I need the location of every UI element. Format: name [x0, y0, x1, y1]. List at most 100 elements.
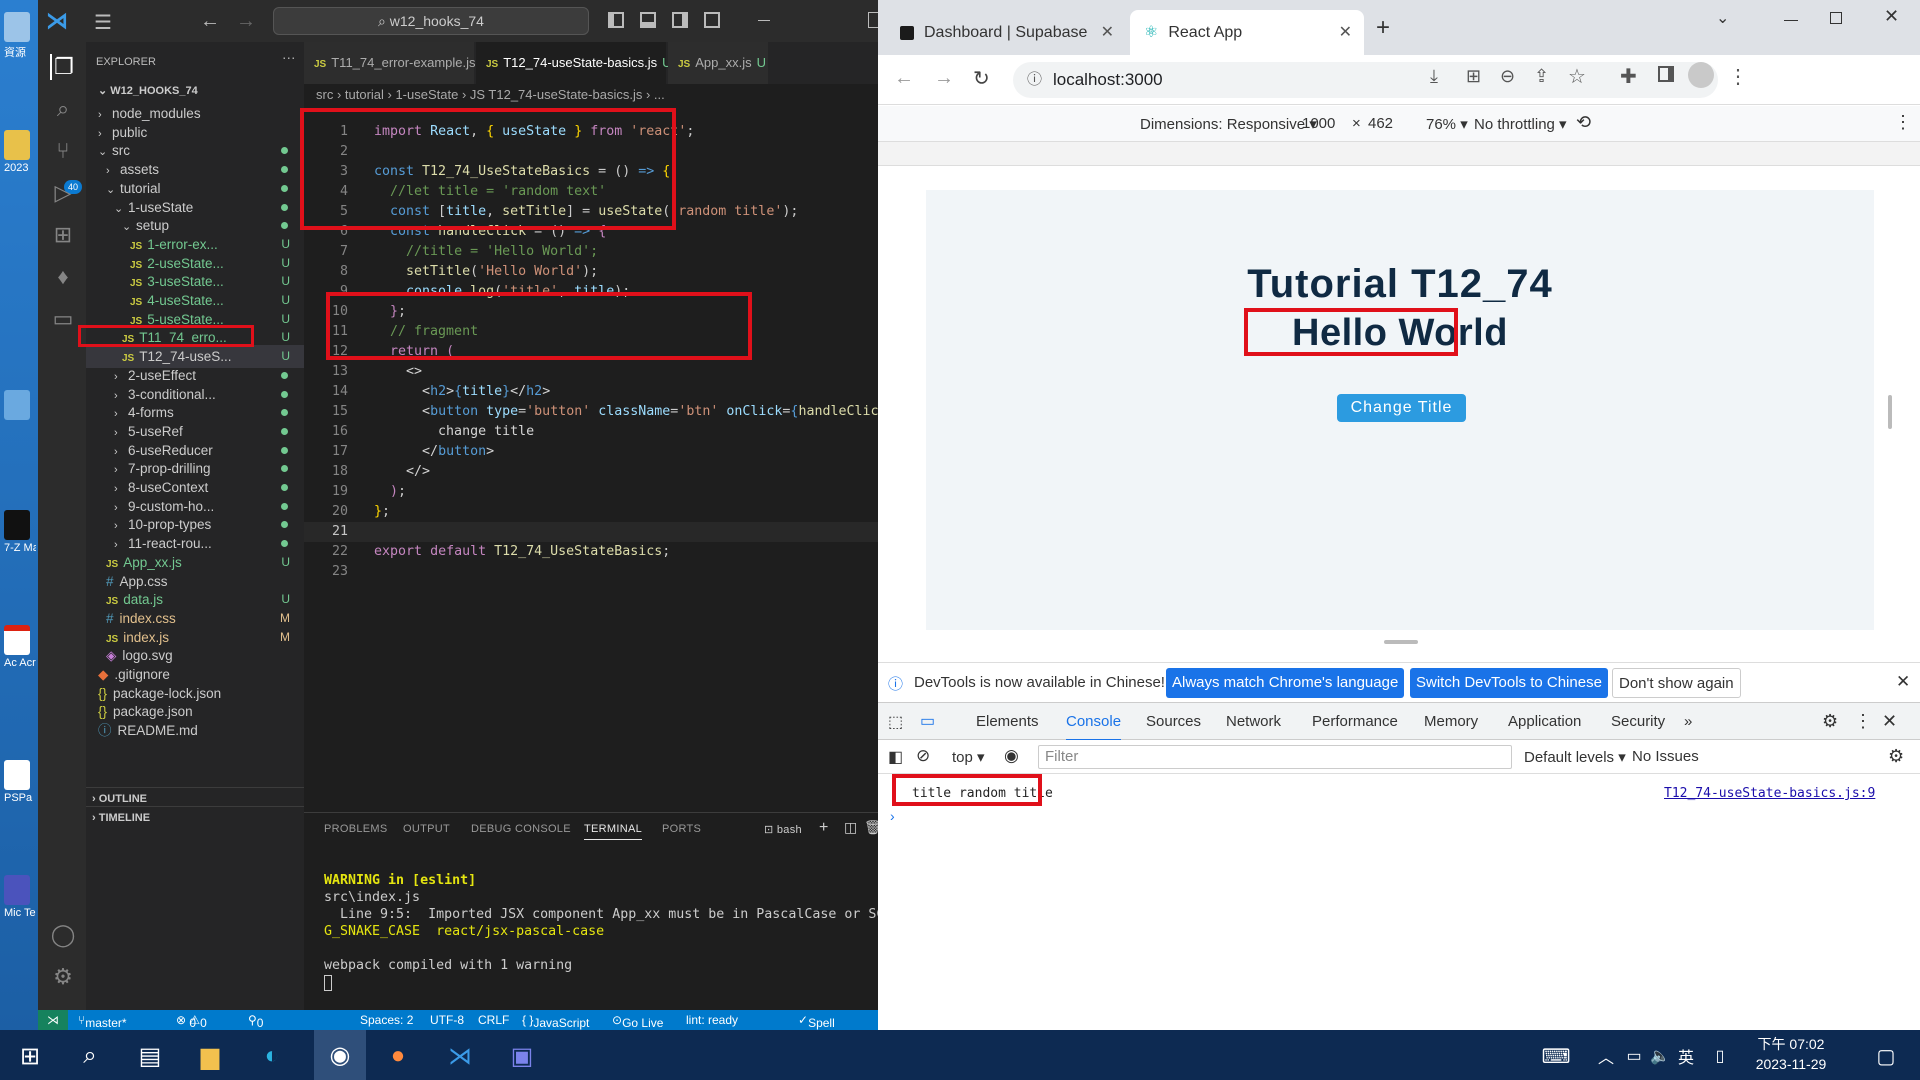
- desktop-icon-recycle[interactable]: 資源: [4, 12, 36, 60]
- file-explorer-icon[interactable]: ▆: [190, 1036, 230, 1076]
- menu-icon[interactable]: ☰: [94, 10, 112, 35]
- translate-icon[interactable]: ⊞: [1466, 66, 1481, 87]
- indentation[interactable]: Spaces: 2: [360, 1013, 413, 1027]
- context-select[interactable]: top ▾: [952, 748, 985, 766]
- desktop-icon-pspad[interactable]: PSPa: [4, 760, 36, 804]
- remote-indicator-icon[interactable]: ⋊: [38, 1010, 68, 1030]
- command-center-search[interactable]: ⌕ w12_hooks_74: [273, 7, 589, 35]
- back-icon[interactable]: ←: [894, 67, 914, 90]
- console-filter-input[interactable]: Filter: [1038, 745, 1512, 769]
- panel-tab-output[interactable]: OUTPUT: [403, 823, 450, 835]
- reload-icon[interactable]: ↻: [973, 66, 990, 91]
- search-icon[interactable]: ⌕: [50, 96, 76, 122]
- resize-handle-bottom[interactable]: [1384, 640, 1418, 644]
- task-view-icon[interactable]: ▤: [130, 1036, 170, 1076]
- tab-sources[interactable]: Sources: [1146, 703, 1201, 741]
- keyboard-icon[interactable]: ⌨: [1536, 1036, 1576, 1076]
- spell-check[interactable]: ✓ Spell: [798, 1013, 835, 1030]
- split-terminal-icon[interactable]: ◫: [844, 819, 857, 836]
- language-mode[interactable]: { } JavaScript: [522, 1013, 589, 1030]
- live-expression-eye-icon[interactable]: ◉: [1004, 746, 1019, 766]
- forward-arrow-icon[interactable]: →: [236, 10, 256, 33]
- tab-search-icon[interactable]: ⌄: [1716, 8, 1729, 28]
- dont-show-again-button[interactable]: Don't show again: [1612, 668, 1741, 698]
- tab-elements[interactable]: Elements: [976, 703, 1039, 741]
- account-icon[interactable]: ◯: [50, 922, 76, 948]
- terminal-shell-select[interactable]: ⊡ bash: [764, 823, 802, 836]
- toggle-panel-icon[interactable]: [640, 12, 656, 28]
- switch-chinese-button[interactable]: Switch DevTools to Chinese: [1410, 668, 1608, 698]
- desktop-icon-folder[interactable]: 2023: [4, 130, 36, 174]
- tab-security[interactable]: Security: [1611, 703, 1665, 741]
- new-tab-icon[interactable]: +: [1376, 14, 1390, 42]
- tab-memory[interactable]: Memory: [1424, 703, 1478, 741]
- taskbar-search-icon[interactable]: ⌕: [70, 1036, 110, 1076]
- tab-performance[interactable]: Performance: [1312, 703, 1398, 741]
- breadcrumb[interactable]: src › tutorial › 1-useState › JS T12_74-…: [316, 84, 665, 106]
- python-icon[interactable]: ♦: [50, 264, 76, 290]
- explorer-icon[interactable]: ❐: [50, 54, 76, 80]
- windows-start-icon[interactable]: ⊞: [10, 1036, 50, 1076]
- panel-tab-debug-console[interactable]: DEBUG CONSOLE: [471, 823, 571, 835]
- clear-console-icon[interactable]: ⊘: [916, 746, 930, 766]
- toggle-sidebar-icon[interactable]: [608, 12, 624, 28]
- inspect-element-icon[interactable]: ⬚: [888, 712, 903, 732]
- minimize-icon[interactable]: [758, 20, 770, 21]
- clock[interactable]: 下午 07:02 2023-11-29: [1746, 1034, 1836, 1074]
- toggle-secondary-sidebar-icon[interactable]: [672, 12, 688, 28]
- rotate-icon[interactable]: ⟲: [1576, 112, 1591, 133]
- dimensions-select[interactable]: Dimensions: Responsive ▾: [1140, 115, 1317, 133]
- source-control-icon[interactable]: ⑂: [50, 138, 76, 164]
- eol[interactable]: CRLF: [478, 1013, 509, 1027]
- device-menu-icon[interactable]: ⋮: [1894, 112, 1912, 133]
- devtools-settings-icon[interactable]: ⚙: [1822, 711, 1838, 732]
- tab-supabase[interactable]: Dashboard | Supabase ✕: [886, 10, 1126, 55]
- side-panel-icon[interactable]: [1658, 66, 1674, 82]
- workspace-header[interactable]: ⌄ W12_HOOKS_74: [86, 80, 304, 102]
- ports-count[interactable]: ⚲ 0: [248, 1013, 263, 1030]
- resize-handle-right[interactable]: [1888, 395, 1892, 429]
- notification-icon[interactable]: ▢: [1866, 1036, 1906, 1076]
- tab-app-xx[interactable]: JS App_xx.js U: [668, 42, 768, 84]
- console-source-link[interactable]: T12_74-useState-basics.js:9: [1664, 786, 1875, 801]
- sidebar-toggle-icon[interactable]: ◧: [888, 747, 903, 767]
- run-debug-icon[interactable]: ▷: [50, 180, 76, 206]
- eslint-status[interactable]: lint: ready: [686, 1013, 738, 1027]
- panel-tab-problems[interactable]: PROBLEMS: [324, 823, 388, 835]
- edge-icon[interactable]: ◐: [252, 1036, 292, 1076]
- tree-item[interactable]: ⓘ README.md: [86, 719, 304, 742]
- zoom-select[interactable]: 76% ▾: [1426, 115, 1468, 133]
- console-settings-icon[interactable]: ⚙: [1888, 746, 1904, 767]
- share-icon[interactable]: ⇪: [1534, 66, 1549, 87]
- maximize-icon[interactable]: [1830, 12, 1842, 24]
- firefox-icon[interactable]: ●: [378, 1036, 418, 1076]
- chrome-taskbar-icon[interactable]: ◉: [314, 1030, 366, 1080]
- site-info-icon[interactable]: ⓘ: [1027, 62, 1042, 98]
- desktop-icon-acrobat[interactable]: Ac Acr: [4, 625, 36, 669]
- log-levels-select[interactable]: Default levels ▾: [1524, 748, 1626, 766]
- change-title-button[interactable]: Change Title: [1337, 394, 1466, 422]
- match-language-button[interactable]: Always match Chrome's language: [1166, 668, 1405, 698]
- close-window-icon[interactable]: ✕: [1884, 6, 1899, 27]
- close-tab-icon[interactable]: ✕: [1101, 10, 1114, 55]
- encoding[interactable]: UTF-8: [430, 1013, 464, 1027]
- ime-icon[interactable]: ▯: [1700, 1036, 1740, 1076]
- more-actions-icon[interactable]: ···: [282, 50, 296, 65]
- extensions-icon[interactable]: ⊞: [50, 222, 76, 248]
- git-branch[interactable]: ⑂ master*: [78, 1013, 127, 1030]
- width-input[interactable]: 1000: [1298, 112, 1348, 136]
- tab-react-app[interactable]: ⚛ React App ✕: [1130, 10, 1364, 55]
- desktop-icon-app[interactable]: [4, 390, 36, 422]
- device-toggle-icon[interactable]: ▭: [920, 711, 935, 731]
- issues-count[interactable]: No Issues: [1632, 748, 1699, 765]
- devtools-menu-icon[interactable]: ⋮: [1854, 711, 1872, 732]
- close-tab-icon[interactable]: ✕: [1339, 10, 1352, 55]
- tab-application[interactable]: Application: [1508, 703, 1581, 741]
- desktop-icon-teams[interactable]: Mic Te: [4, 875, 36, 919]
- back-arrow-icon[interactable]: ←: [200, 10, 220, 33]
- close-devtools-icon[interactable]: ✕: [1882, 711, 1897, 732]
- zoom-icon[interactable]: ⊖: [1500, 66, 1515, 87]
- chrome-menu-icon[interactable]: ⋮: [1728, 64, 1748, 89]
- panel-tab-ports[interactable]: PORTS: [662, 823, 701, 835]
- close-notice-icon[interactable]: ✕: [1896, 672, 1910, 692]
